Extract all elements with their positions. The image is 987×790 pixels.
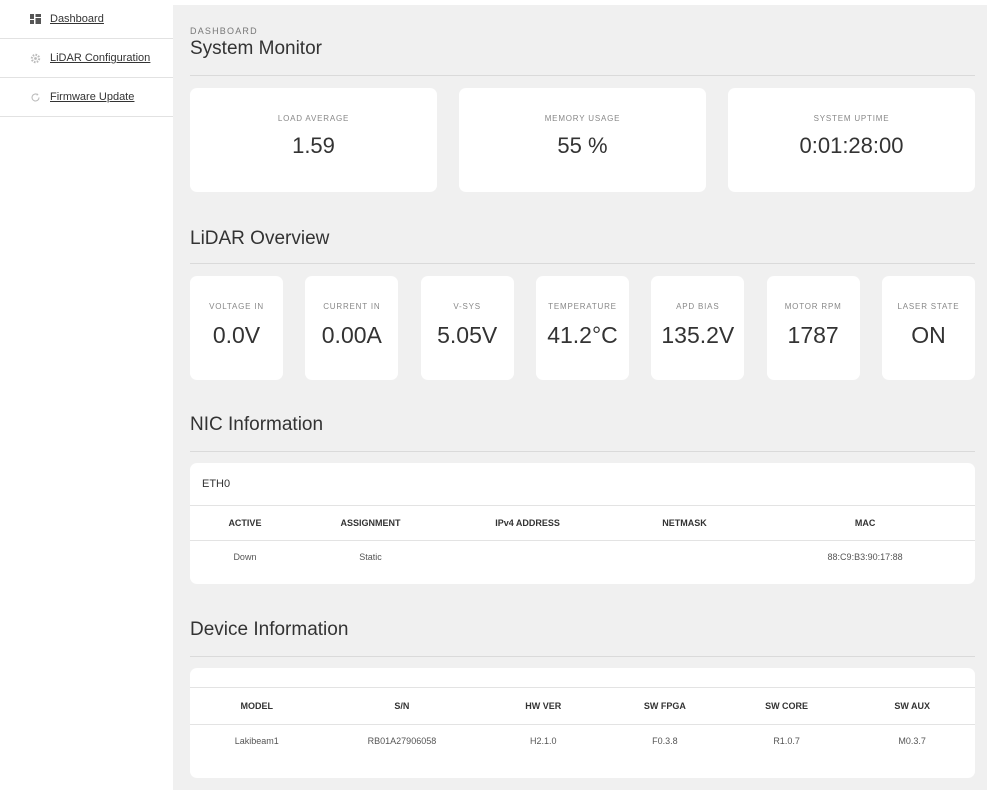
table-cell: R1.0.7 [773,735,800,746]
device-section-title: Device Information [190,619,349,640]
column-header: ASSIGNMENT [299,506,442,541]
column-header: MAC [755,506,975,541]
stat-label: MOTOR RPM [784,302,842,311]
temperature-card: TEMPERATURE 41.2°C [535,276,629,380]
interface-name: ETH0 [190,463,975,506]
stat-label: LOAD AVERAGE [277,114,350,123]
table-header-row: ACTIVE ASSIGNMENT IPv4 ADDRESS NETMASK M… [190,506,975,541]
divider [190,451,975,452]
column-header: ACTIVE [190,506,300,541]
column-header: MODEL [190,688,324,725]
sidebar-item-label: Firmware Update [50,91,135,103]
v-sys-card: V-SYS 5.05V [420,276,514,380]
table-cell: RB01A27906058 [367,735,437,746]
column-header: NETMASK [613,506,756,541]
column-header: SW CORE [723,688,850,725]
stat-label: MEMORY USAGE [544,114,621,123]
sidebar-item-dashboard[interactable]: Dashboard [0,0,173,39]
stat-label: SYSTEM UPTIME [813,114,890,123]
stat-label: VOLTAGE IN [209,302,264,311]
divider [190,263,975,264]
current-in-card: CURRENT IN 0.00A [305,276,399,380]
stat-value: 41.2°C [547,322,618,348]
gear-icon [29,52,41,64]
load-average-card: LOAD AVERAGE 1.59 [190,88,437,192]
sidebar: Dashboard LiDAR Configuration Firmware U… [0,0,173,790]
breadcrumb: DASHBOARD [190,26,258,36]
stat-label: APD BIAS [676,302,720,311]
nic-section-title: NIC Information [190,414,324,435]
column-header: S/N [323,688,481,725]
stat-value: 1.59 [292,133,335,158]
stat-value: 1787 [787,322,839,348]
stat-label: V-SYS [453,302,481,311]
column-header: SW AUX [849,688,975,725]
column-header: HW VER [480,688,607,725]
sidebar-item-label: Dashboard [50,13,104,25]
stat-label: TEMPERATURE [548,302,617,311]
table-cell: F0.3.8 [652,735,678,746]
stat-value: 0.0V [212,322,261,348]
column-header: SW FPGA [606,688,724,725]
table-cell: Static [359,552,382,563]
table-cell: Lakibeam1 [234,735,279,746]
table-header-row: MODEL S/N HW VER SW FPGA SW CORE SW AUX [190,688,975,725]
nic-table-card: ETH0 ACTIVE ASSIGNMENT IPv4 ADDRESS NETM… [190,463,975,584]
table-row: Down Static 88:C9:B3:90:17:88 [190,540,975,574]
refresh-icon [29,91,41,103]
table-row: Lakibeam1 RB01A27906058 H2.1.0 F0.3.8 R1… [190,724,975,757]
voltage-in-card: VOLTAGE IN 0.0V [190,276,283,380]
sidebar-item-lidar-configuration[interactable]: LiDAR Configuration [0,39,173,78]
motor-rpm-card: MOTOR RPM 1787 [766,276,860,380]
table-cell: M0.3.7 [898,735,926,746]
nic-table: ACTIVE ASSIGNMENT IPv4 ADDRESS NETMASK M… [190,506,975,574]
sidebar-item-firmware-update[interactable]: Firmware Update [0,78,173,117]
laser-state-card: LASER STATE ON [881,276,975,380]
stat-value: 5.05V [437,322,498,348]
table-cell: H2.1.0 [529,735,557,746]
stat-value: 0.00A [321,322,382,348]
system-uptime-card: SYSTEM UPTIME 0:01:28:00 [728,88,975,192]
stat-value: 0:01:28:00 [799,133,904,158]
stat-value: ON [911,322,946,348]
device-table: MODEL S/N HW VER SW FPGA SW CORE SW AUX … [190,688,975,757]
stat-label: LASER STATE [897,302,960,311]
device-table-card: MODEL S/N HW VER SW FPGA SW CORE SW AUX … [190,668,975,778]
memory-usage-card: MEMORY USAGE 55 % [459,88,706,192]
sidebar-item-label: LiDAR Configuration [50,52,151,64]
system-stats: LOAD AVERAGE 1.59 MEMORY USAGE 55 % SYST… [190,88,975,192]
lidar-section-title: LiDAR Overview [190,228,330,249]
stat-label: CURRENT IN [323,302,381,311]
table-cell [441,540,614,574]
table-cell [614,540,755,574]
stat-value: 135.2V [661,322,735,348]
main-content: DASHBOARD System Monitor LOAD AVERAGE 1.… [173,5,987,790]
table-cell: Down [233,552,257,563]
dashboard-icon [29,13,41,25]
divider [190,656,975,657]
stat-value: 55 % [557,133,608,158]
table-caption [190,668,975,688]
table-cell: 88:C9:B3:90:17:88 [827,552,903,563]
divider [190,75,975,76]
lidar-stats: VOLTAGE IN 0.0V CURRENT IN 0.00A V-SYS 5… [190,276,975,380]
column-header: IPv4 ADDRESS [441,506,614,541]
apd-bias-card: APD BIAS 135.2V [651,276,745,380]
page-title: System Monitor [190,38,322,59]
